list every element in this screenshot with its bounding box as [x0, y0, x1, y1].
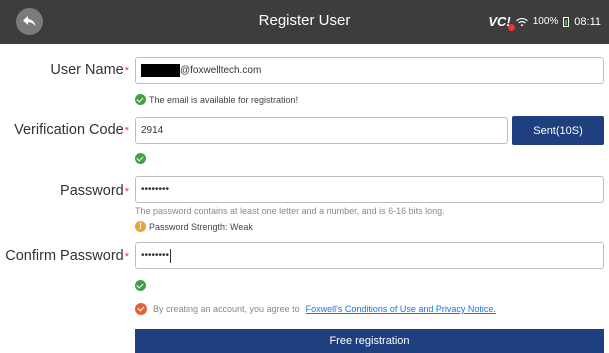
check-icon — [135, 280, 146, 291]
verification-label: Verification Code* — [14, 122, 129, 138]
vci-status-icon: VC! — [488, 14, 515, 31]
verification-code-field[interactable]: 2914 — [135, 117, 508, 144]
clock: 08:11 — [574, 15, 601, 28]
terms-link[interactable]: Foxwell's Conditions of Use and Privacy … — [306, 304, 496, 314]
status-bar: VC! 100% 08:11 — [488, 14, 601, 31]
title-bar: Register User VC! 100% 08:11 — [0, 0, 609, 44]
agreement-checkbox[interactable] — [135, 303, 147, 315]
username-hint: The email is available for registration! — [135, 94, 298, 105]
wifi-icon — [515, 17, 528, 26]
password-field[interactable]: •••••••• — [135, 176, 604, 203]
confirm-hint — [135, 280, 146, 291]
username-field[interactable]: @foxwelltech.com — [135, 57, 604, 84]
confirm-password-field[interactable]: •••••••• — [135, 242, 604, 269]
battery-icon — [563, 16, 570, 27]
password-strength: ! Password Strength: Weak — [135, 221, 253, 232]
verification-hint — [135, 153, 146, 164]
check-icon — [135, 94, 146, 105]
agreement-row: By creating an account, you agree to Fox… — [135, 303, 496, 315]
password-label: Password* — [60, 183, 129, 199]
send-code-button[interactable]: Sent(10S) — [512, 116, 604, 145]
check-icon — [135, 153, 146, 164]
battery-percent: 100% — [532, 16, 559, 27]
username-label: User Name* — [50, 62, 129, 78]
password-rule: The password contains at least one lette… — [135, 206, 445, 216]
text-cursor — [170, 248, 172, 263]
free-registration-button[interactable]: Free registration — [135, 329, 604, 353]
warning-icon: ! — [135, 221, 146, 232]
agreement-text: By creating an account, you agree to — [153, 304, 300, 314]
confirm-password-label: Confirm Password* — [5, 248, 129, 264]
redacted-text — [141, 64, 180, 77]
